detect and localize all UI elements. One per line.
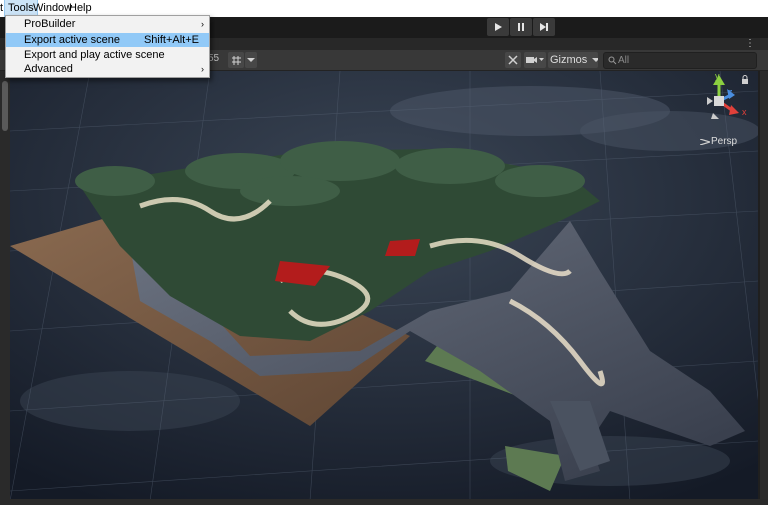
camera-settings-button[interactable] xyxy=(524,52,546,68)
pause-icon xyxy=(518,23,524,31)
submenu-arrow-icon: › xyxy=(201,64,204,74)
scroll-thumb[interactable] xyxy=(2,81,8,131)
bottom-panel-edge xyxy=(0,499,768,505)
playmode-controls xyxy=(487,18,555,36)
search-icon xyxy=(608,56,617,65)
gizmo-z-label: z xyxy=(728,87,733,97)
scene-search-input[interactable]: All xyxy=(603,52,757,69)
grid-snap-button[interactable] xyxy=(228,52,244,68)
menu-item-export-and-play[interactable]: Export and play active scene xyxy=(6,48,209,62)
submenu-arrow-icon: › xyxy=(201,19,204,29)
left-scroll-strip xyxy=(0,71,10,505)
window-right-edge xyxy=(760,38,768,505)
tools-settings-button[interactable] xyxy=(505,52,521,68)
step-icon xyxy=(540,23,548,31)
grid-snap-dropdown[interactable] xyxy=(245,52,257,68)
gizmo-x-label: x xyxy=(742,107,747,117)
scene-viewport[interactable]: y z x Persp xyxy=(10,71,758,501)
chevron-down-icon xyxy=(247,58,255,62)
step-button[interactable] xyxy=(533,18,555,36)
menu-item-advanced[interactable]: Advanced › xyxy=(6,62,209,76)
menu-item-export-active-scene[interactable]: Export active scene Shift+Alt+E xyxy=(6,33,209,47)
scene-render xyxy=(10,71,758,501)
play-button[interactable] xyxy=(487,18,509,36)
lock-icon[interactable] xyxy=(741,75,749,84)
shortcut-label: Shift+Alt+E xyxy=(143,34,199,46)
grid-snap-icon xyxy=(231,55,241,65)
perspective-icon xyxy=(700,139,710,145)
crossed-tools-icon xyxy=(508,55,518,65)
camera-icon xyxy=(526,57,544,63)
tab-options-icon[interactable]: ⋮ xyxy=(745,38,755,50)
projection-label[interactable]: Persp xyxy=(711,136,737,147)
gizmos-dropdown[interactable]: Gizmos xyxy=(548,52,598,68)
chevron-down-icon xyxy=(592,58,598,62)
gizmo-y-label: y xyxy=(715,71,720,81)
gizmos-label: Gizmos xyxy=(550,54,588,66)
play-icon xyxy=(495,23,502,31)
pause-button[interactable] xyxy=(510,18,532,36)
search-placeholder: All xyxy=(618,55,630,66)
menu-item-probuilder[interactable]: ProBuilder › xyxy=(6,17,209,31)
tools-dropdown-menu: ProBuilder › Export active scene Shift+A… xyxy=(5,15,210,78)
